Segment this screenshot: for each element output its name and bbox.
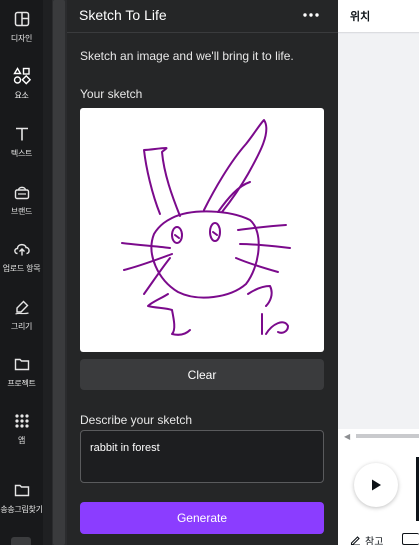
more-horizontal-icon (303, 13, 319, 17)
rail-item-label: 앱 (17, 436, 26, 445)
rail-divider (43, 0, 52, 545)
timeline-area: 참고 (338, 443, 419, 545)
sketch-canvas[interactable] (80, 108, 324, 352)
rail-item-elements[interactable]: 요소 (0, 66, 43, 101)
rail-item-text[interactable]: 텍스트 (0, 124, 43, 159)
scrollbar-thumb[interactable] (356, 434, 419, 438)
apps-grid-icon (12, 411, 32, 431)
rail-item-label: 프로젝트 (7, 379, 36, 388)
play-icon (372, 479, 381, 491)
text-icon (12, 124, 32, 144)
editor-area: 위치 ◀ 참고 (338, 0, 419, 545)
describe-label: Describe your sketch (80, 413, 193, 427)
rail-item-label: 텍스트 (10, 149, 33, 158)
editor-toolbar: 위치 (338, 0, 419, 33)
rail-item-label: 브랜드 (10, 207, 33, 216)
shapes-icon (12, 66, 32, 86)
clear-button[interactable]: Clear (80, 359, 324, 390)
scroll-left-icon[interactable]: ◀ (344, 432, 350, 441)
notes-label: 참고 (365, 537, 384, 545)
rail-item-apps[interactable]: 앱 (0, 411, 43, 446)
sketch-to-life-panel: Sketch To Life Sketch an image and we'll… (67, 0, 338, 545)
sketch-drawing (121, 119, 291, 336)
rail-more-thumbnail[interactable] (11, 537, 31, 545)
rail-item-uploads[interactable]: 업로드 항목 (0, 239, 43, 274)
notes-button[interactable]: 참고 (350, 533, 383, 545)
sketch-label: Your sketch (80, 87, 143, 101)
design-canvas-area[interactable] (338, 34, 419, 429)
notes-icon (350, 536, 360, 545)
panel-header: Sketch To Life (67, 0, 338, 33)
position-button[interactable]: 위치 (350, 8, 370, 24)
rail-item-label: 그리기 (10, 322, 33, 331)
rail-item-label: 요소 (14, 91, 29, 100)
folder-icon (12, 354, 32, 374)
app-window: 디자인 요소 텍스트 브랜드 업로드 항목 그리기 프로젝트 앱 송송그림찾기 … (0, 0, 419, 545)
generate-button[interactable]: Generate (80, 502, 324, 534)
panel-scrollbar[interactable] (52, 0, 67, 545)
page-view-button[interactable] (402, 533, 419, 545)
rail-item-label: 업로드 항목 (2, 264, 41, 273)
rail-item-projects[interactable]: 프로젝트 (0, 354, 43, 389)
rail-item-brand[interactable]: 브랜드 (0, 182, 43, 217)
folder-icon (12, 480, 32, 500)
play-button[interactable] (354, 463, 398, 507)
rail-item-label: 디자인 (10, 34, 33, 43)
rail-item-label: 송송그림찾기 (0, 505, 43, 514)
horizontal-scrollbar[interactable]: ◀ (338, 429, 419, 443)
upload-icon (12, 239, 32, 259)
panel-title: Sketch To Life (79, 7, 167, 23)
more-options-button[interactable] (300, 6, 322, 24)
rail-item-design[interactable]: 디자인 (0, 9, 43, 44)
rail-item-draw[interactable]: 그리기 (0, 297, 43, 332)
draw-icon (12, 297, 32, 317)
side-rail: 디자인 요소 텍스트 브랜드 업로드 항목 그리기 프로젝트 앱 송송그림찾기 (0, 0, 43, 545)
sketch-description-input[interactable]: rabbit in forest (80, 430, 324, 483)
layout-icon (12, 9, 32, 29)
scrollbar-thumb[interactable] (53, 0, 65, 545)
brand-icon (12, 182, 32, 202)
rail-item-folder[interactable]: 송송그림찾기 (0, 480, 43, 515)
panel-description: Sketch an image and we'll bring it to li… (80, 49, 294, 63)
